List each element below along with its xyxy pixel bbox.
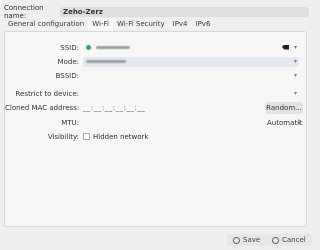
tab-ipv6[interactable]: IPv6: [192, 18, 215, 31]
cancel-label: Cancel: [282, 236, 306, 244]
backspace-icon[interactable]: [282, 44, 289, 50]
chevron-down-icon[interactable]: ▾: [294, 71, 297, 81]
wifi-settings-panel: SSID: ▾ Mode: ▾ BSSID: ▾ Restrict to dev…: [4, 31, 307, 227]
ssid-value-redacted: [96, 46, 131, 49]
hidden-network-label: Hidden network: [93, 132, 149, 141]
mode-label: Mode:: [57, 57, 79, 66]
cancel-button[interactable]: Cancel: [266, 234, 312, 246]
chevron-down-icon[interactable]: ▾: [294, 43, 297, 53]
stepper-icon[interactable]: ⇕: [297, 119, 302, 126]
random-button[interactable]: Random...: [265, 101, 303, 114]
network-dot-icon: [86, 45, 91, 50]
chevron-down-icon[interactable]: ▾: [294, 89, 297, 99]
mac-label: Cloned MAC address:: [5, 103, 80, 112]
hidden-network-option[interactable]: Hidden network: [83, 133, 149, 141]
visibility-label: Visibility:: [47, 132, 79, 141]
tab-bar: General configuration Wi-Fi Wi-Fi Securi…: [4, 18, 214, 31]
restrict-label: Restrict to device:: [15, 89, 80, 98]
save-icon: [233, 236, 240, 244]
mac-input[interactable]: __:__:__:__:__:__: [83, 104, 145, 112]
mtu-row: MTU: Automatic ⇕: [5, 117, 306, 128]
mtu-label: MTU:: [61, 118, 79, 127]
save-label: Save: [243, 236, 261, 244]
connection-name-input[interactable]: Zeho-Zerz: [60, 7, 309, 17]
mode-select[interactable]: ▾: [83, 56, 299, 67]
hidden-network-checkbox[interactable]: [83, 133, 90, 140]
bssid-select[interactable]: ▾: [83, 71, 299, 81]
restrict-select[interactable]: ▾: [83, 89, 299, 99]
visibility-row: Visibility: Hidden network: [5, 131, 306, 142]
bssid-label: BSSID:: [55, 71, 79, 80]
tab-ipv4[interactable]: IPv4: [169, 18, 192, 31]
restrict-row: Restrict to device: ▾: [5, 88, 306, 99]
cancel-icon: [272, 236, 279, 244]
mode-value-redacted: [86, 60, 126, 63]
ssid-label: SSID:: [60, 43, 79, 52]
bssid-row: BSSID: ▾: [5, 70, 306, 81]
tab-wifi[interactable]: Wi-Fi: [88, 18, 113, 31]
ssid-field[interactable]: ▾: [83, 43, 299, 53]
chevron-down-icon[interactable]: ▾: [294, 57, 297, 67]
tab-general-configuration[interactable]: General configuration: [4, 18, 88, 31]
mac-row: Cloned MAC address: __:__:__:__:__:__ Ra…: [5, 101, 306, 114]
ssid-row: SSID: ▾: [5, 42, 306, 53]
save-button[interactable]: Save: [227, 234, 267, 246]
tab-wifi-security[interactable]: Wi-Fi Security: [113, 18, 169, 31]
mode-row: Mode: ▾: [5, 56, 306, 67]
